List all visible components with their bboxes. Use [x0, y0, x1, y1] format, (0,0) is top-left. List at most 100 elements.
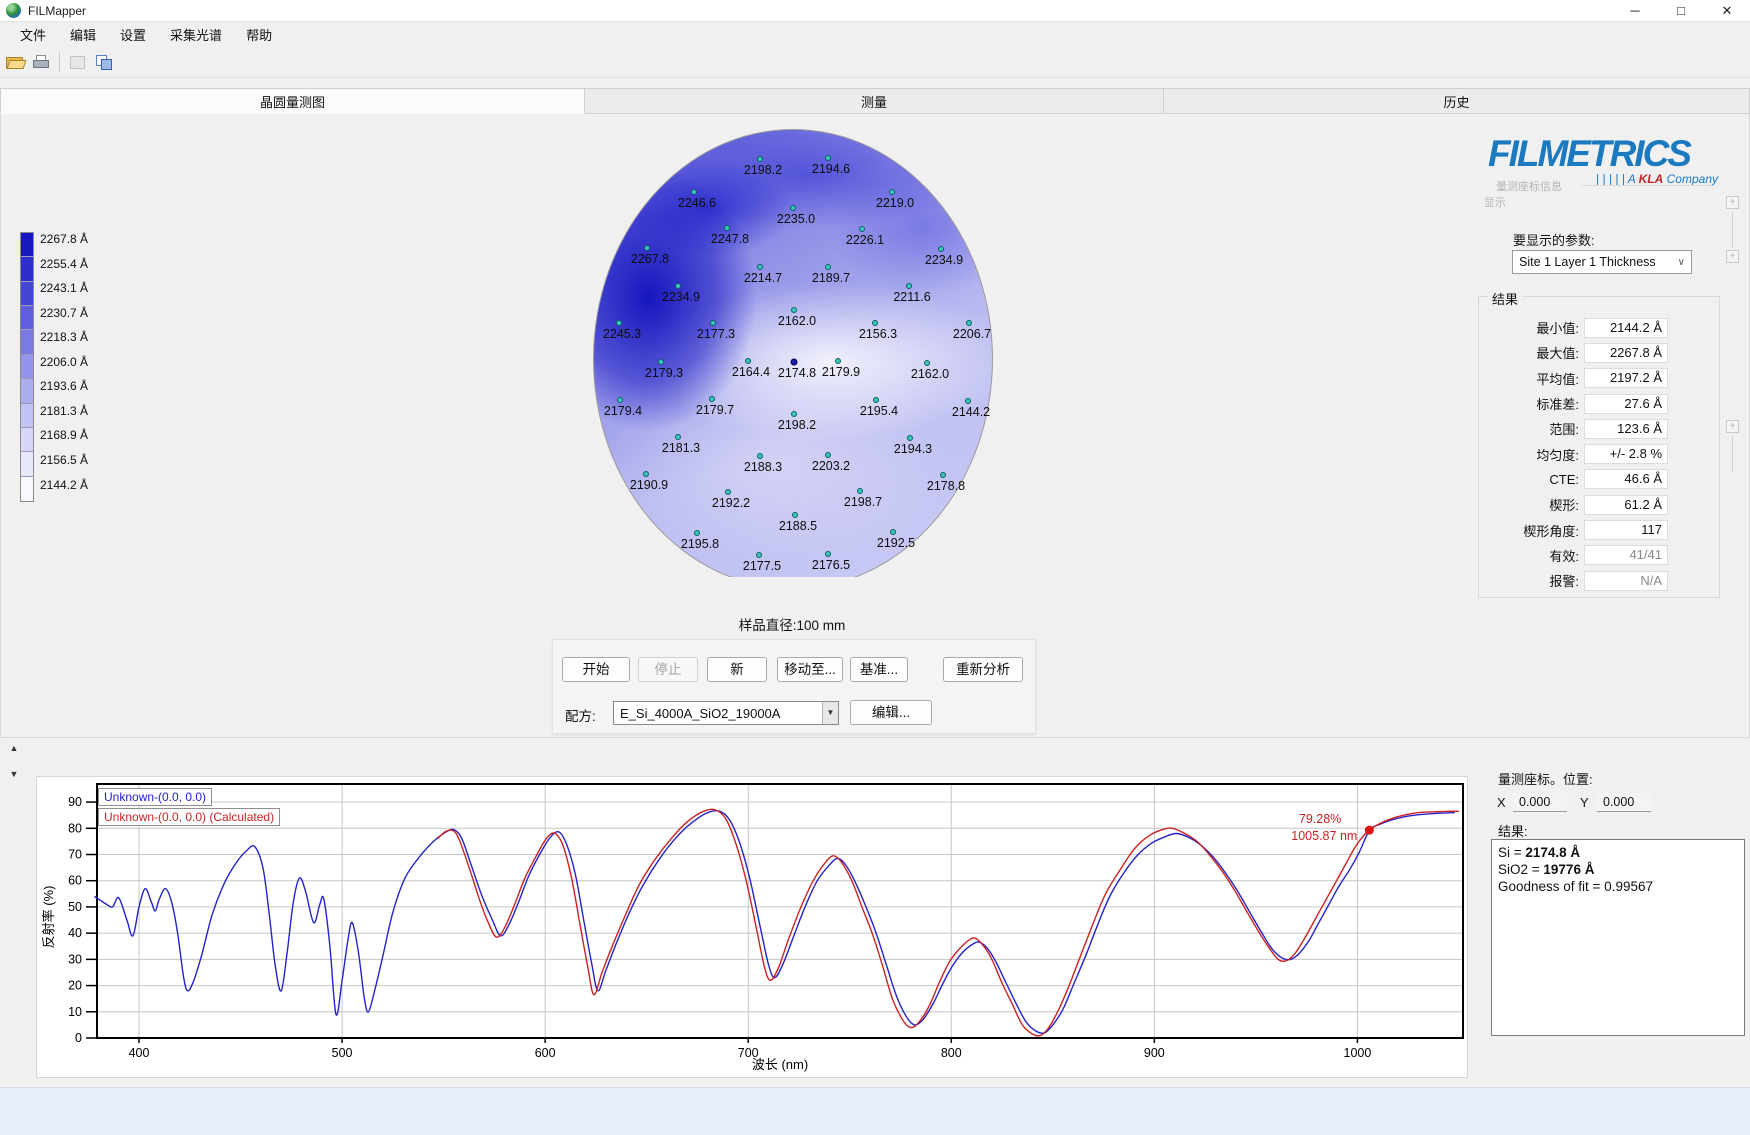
- wafer-point[interactable]: [872, 320, 878, 326]
- wafer-point[interactable]: [938, 246, 944, 252]
- y-coordinate-field[interactable]: 0.000: [1597, 793, 1651, 812]
- wafer-point[interactable]: [757, 264, 763, 270]
- wafer-point[interactable]: [691, 189, 697, 195]
- param-value: Site 1 Layer 1 Thickness: [1519, 255, 1656, 269]
- wafer-point[interactable]: [710, 320, 716, 326]
- tab-1[interactable]: 测量: [585, 88, 1164, 114]
- wafer-point[interactable]: [724, 225, 730, 231]
- wafer-point-value: 2176.5: [811, 558, 851, 572]
- svg-text:800: 800: [941, 1046, 962, 1060]
- map-zoom-in-icon[interactable]: +: [1726, 196, 1739, 209]
- recipe-dropdown[interactable]: E_Si_4000A_SiO2_19000A: [613, 701, 839, 725]
- result-row: 楔形: 61.2 Å: [1484, 492, 1714, 517]
- wafer-point[interactable]: [617, 397, 623, 403]
- svg-text:400: 400: [129, 1046, 150, 1060]
- wafer-point[interactable]: [907, 435, 913, 441]
- menu-item-2[interactable]: 设置: [110, 23, 156, 46]
- tab-2[interactable]: 历史: [1164, 88, 1750, 114]
- menu-item-1[interactable]: 编辑: [60, 23, 106, 46]
- wafer-point[interactable]: [725, 489, 731, 495]
- menu-item-0[interactable]: 文件: [10, 23, 56, 46]
- x-coordinate-field[interactable]: 0.000: [1513, 793, 1567, 812]
- print-icon[interactable]: [31, 53, 51, 71]
- wafer-point-value: 2178.8: [926, 479, 966, 493]
- collapse-down-icon[interactable]: ▼: [6, 766, 22, 782]
- recipe-value: E_Si_4000A_SiO2_19000A: [620, 705, 781, 721]
- control-button-4[interactable]: 基准...: [850, 657, 908, 682]
- wafer-point-value: 2177.5: [742, 559, 782, 573]
- wafer-point[interactable]: [857, 488, 863, 494]
- wafer-point[interactable]: [873, 397, 879, 403]
- open-file-icon[interactable]: [5, 53, 27, 71]
- wafer-point[interactable]: [616, 320, 622, 326]
- result-value: 2267.8 Å: [1584, 342, 1668, 363]
- map-pan-icon[interactable]: +: [1726, 420, 1739, 433]
- wafer-point[interactable]: [792, 512, 798, 518]
- svg-text:0: 0: [75, 1031, 82, 1045]
- param-label: 要显示的参数:: [1513, 233, 1595, 248]
- map-zoom-slider[interactable]: [1732, 212, 1733, 248]
- minimize-button[interactable]: ─: [1612, 0, 1658, 22]
- wafer-point[interactable]: [825, 155, 831, 161]
- wafer-point[interactable]: [825, 264, 831, 270]
- wafer-point-value: 2214.7: [743, 271, 783, 285]
- control-button-2[interactable]: 新: [707, 657, 767, 682]
- wafer-point[interactable]: [644, 245, 650, 251]
- colorbar-label: 2181.3 Å: [40, 403, 89, 418]
- edit-recipe-button[interactable]: 编辑...: [850, 700, 932, 725]
- menu-item-4[interactable]: 帮助: [236, 23, 282, 46]
- colorbar-segment: [21, 257, 33, 282]
- wafer-point[interactable]: [757, 156, 763, 162]
- close-button[interactable]: ✕: [1704, 0, 1750, 22]
- wafer-point[interactable]: [790, 205, 796, 211]
- param-dropdown[interactable]: Site 1 Layer 1 Thickness ∨: [1512, 250, 1692, 274]
- wafer-point[interactable]: [859, 226, 865, 232]
- wafer-point[interactable]: [965, 398, 971, 404]
- wafer-point[interactable]: [694, 530, 700, 536]
- result-label: 有效:: [1549, 548, 1579, 564]
- wafer-point[interactable]: [825, 452, 831, 458]
- wafer-point-value: 2245.3: [602, 327, 642, 341]
- wafer-point[interactable]: [940, 472, 946, 478]
- wafer-point[interactable]: [924, 360, 930, 366]
- wafer-point[interactable]: [791, 411, 797, 417]
- copy-icon[interactable]: [94, 53, 114, 71]
- wafer-point[interactable]: [756, 552, 762, 558]
- wafer-point[interactable]: [658, 359, 664, 365]
- wafer-point-value: 2179.4: [603, 404, 643, 418]
- svg-text:20: 20: [68, 979, 82, 993]
- wafer-point[interactable]: [745, 358, 751, 364]
- svg-text:波长 (nm): 波长 (nm): [752, 1057, 808, 1072]
- wafer-point-value: 2190.9: [629, 478, 669, 492]
- taskbar: W ∧ 英 15:18 2024/11/28 2: [0, 1087, 1750, 1135]
- control-button-3[interactable]: 移动至...: [777, 657, 843, 682]
- wafer-point[interactable]: [966, 320, 972, 326]
- collapse-up-icon[interactable]: ▲: [6, 740, 22, 756]
- wafer-point[interactable]: [835, 358, 841, 364]
- svg-text:90: 90: [68, 795, 82, 809]
- result-row: 最大值: 2267.8 Å: [1484, 340, 1714, 365]
- wafer-point[interactable]: [675, 434, 681, 440]
- disabled-display-label: 显示: [1484, 197, 1506, 209]
- wafer-point[interactable]: [906, 283, 912, 289]
- control-button-0[interactable]: 开始: [562, 657, 630, 682]
- menu-item-3[interactable]: 采集光谱: [160, 23, 232, 46]
- maximize-button[interactable]: □: [1658, 0, 1704, 22]
- colorbar-segment: [21, 452, 33, 477]
- wafer-point[interactable]: [889, 189, 895, 195]
- map-zoom-out-icon[interactable]: +: [1726, 250, 1739, 263]
- colorbar-segment: [21, 281, 33, 307]
- wafer-point[interactable]: [757, 453, 763, 459]
- map-pan-slider[interactable]: [1732, 436, 1733, 472]
- tab-0[interactable]: 晶圆量测图: [0, 88, 585, 114]
- wafer-point[interactable]: [791, 307, 797, 313]
- wafer-point[interactable]: [890, 529, 896, 535]
- wafer-point[interactable]: [643, 471, 649, 477]
- control-button-5[interactable]: 重新分析: [943, 657, 1023, 682]
- wafer-point[interactable]: [825, 551, 831, 557]
- recipe-dropdown-arrow-icon[interactable]: ▼: [822, 702, 838, 724]
- wafer-map[interactable]: 2198.2 2194.6 2246.6 2219.0 2235.0 2247.8 2226…: [593, 129, 993, 577]
- wafer-point[interactable]: [675, 283, 681, 289]
- wafer-point-current[interactable]: [790, 358, 798, 366]
- wafer-point[interactable]: [709, 396, 715, 402]
